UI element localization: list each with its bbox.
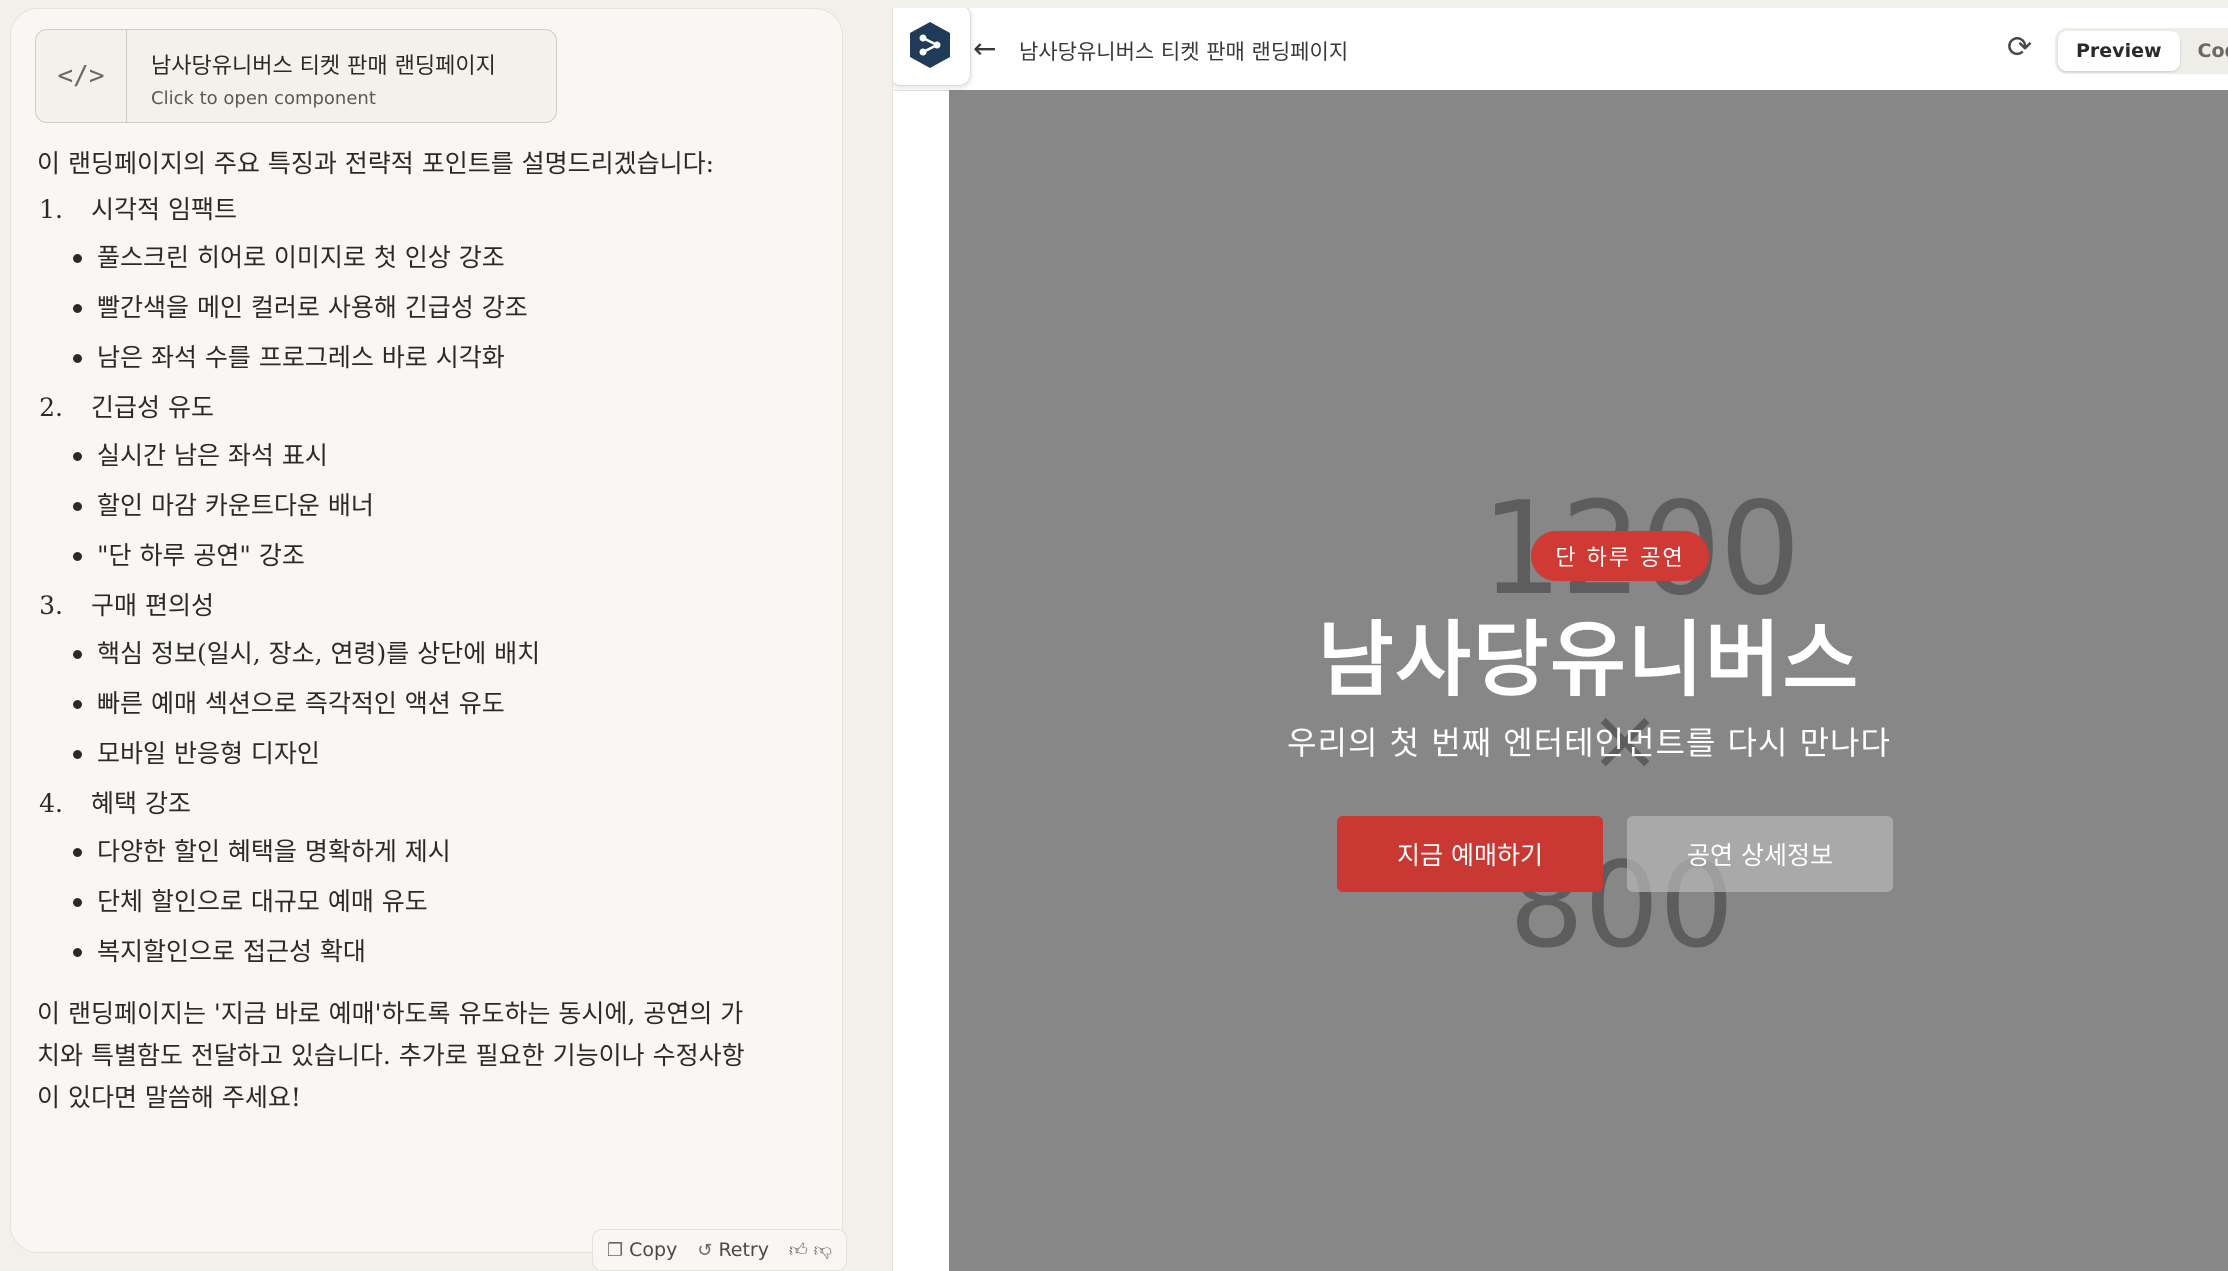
artifact-title: 남사당유니버스 티켓 판매 랜딩페이지 — [1019, 40, 1349, 64]
list-number: 4. — [39, 789, 63, 818]
retry-button[interactable]: ↺ Retry — [697, 1239, 769, 1261]
list-item: 단체 할인으로 대규모 예매 유도 — [37, 881, 757, 923]
artifact-panel: ← 남사당유니버스 티켓 판매 랜딩페이지 ⟳ Preview Code 120… — [892, 8, 2228, 1271]
artifact-card-meta: 남사당유니버스 티켓 판매 랜딩페이지 Click to open compon… — [127, 30, 496, 122]
list-number: 2. — [39, 393, 63, 422]
assistant-message: 이 랜딩페이지의 주요 특징과 전략적 포인트를 설명드리겠습니다: 1. 시각적… — [37, 143, 757, 1119]
list-heading: 긴급성 유도 — [91, 393, 214, 422]
list-item: 풀스크린 히어로 이미지로 첫 인상 강조 — [37, 237, 757, 279]
copy-icon: ❐ — [607, 1239, 624, 1261]
tab-code[interactable]: Code — [2180, 31, 2228, 71]
list-item: 2. 긴급성 유도 — [37, 387, 757, 429]
artifact-card-subtitle: Click to open component — [151, 88, 376, 109]
message-intro: 이 랜딩페이지의 주요 특징과 전략적 포인트를 설명드리겠습니다: — [37, 149, 715, 178]
chat-panel: </> 남사당유니버스 티켓 판매 랜딩페이지 Click to open co… — [10, 8, 843, 1253]
list-item: 4. 혜택 강조 — [37, 783, 757, 825]
artifact-card[interactable]: </> 남사당유니버스 티켓 판매 랜딩페이지 Click to open co… — [35, 29, 557, 123]
message-list: 1. 시각적 임팩트 풀스크린 히어로 이미지로 첫 인상 강조 빨간색을 메인 … — [37, 189, 757, 973]
show-details-button[interactable]: 공연 상세정보 — [1627, 816, 1893, 892]
hero-subtitle: 우리의 첫 번째 엔터테인먼트를 다시 만나다 — [1287, 724, 1891, 762]
message-outro: 이 랜딩페이지는 '지금 바로 예매'하도록 유도하는 동시에, 공연의 가치와… — [37, 999, 745, 1112]
list-item: 모바일 반응형 디자인 — [37, 733, 757, 775]
list-item: "단 하루 공연" 강조 — [37, 535, 757, 577]
thumbs-down-icon[interactable]: 👎︎ — [814, 1239, 832, 1261]
list-item: 실시간 남은 좌석 표시 — [37, 435, 757, 477]
book-now-button[interactable]: 지금 예매하기 — [1337, 816, 1603, 892]
list-heading: 시각적 임팩트 — [91, 195, 237, 224]
list-item: 빠른 예매 섹션으로 즉각적인 액션 유도 — [37, 683, 757, 725]
list-item: 다양한 할인 혜택을 명확하게 제시 — [37, 831, 757, 873]
preview-canvas: 1200 × 800 단 하루 공연 남사당유니버스 우리의 첫 번째 엔터테인… — [949, 90, 2228, 1271]
thumbs-up-icon[interactable]: 👍︎ — [789, 1239, 808, 1261]
artifact-header: ← 남사당유니버스 티켓 판매 랜딩페이지 ⟳ Preview Code — [893, 8, 2228, 91]
tab-preview[interactable]: Preview — [2058, 31, 2180, 71]
copy-label: Copy — [629, 1239, 678, 1261]
hero-badge: 단 하루 공연 — [1531, 531, 1709, 581]
hexagon-share-icon — [910, 22, 950, 68]
message-actions: ❐ Copy ↺ Retry 👍︎ 👎︎ — [592, 1229, 848, 1271]
hero-title: 남사당유니버스 — [1317, 613, 1861, 708]
list-item: 할인 마감 카운트다운 배너 — [37, 485, 757, 527]
list-item: 1. 시각적 임팩트 — [37, 189, 757, 231]
view-toggle: Preview Code — [2055, 28, 2228, 74]
list-number: 1. — [39, 195, 63, 224]
list-item: 빨간색을 메인 컬러로 사용해 긴급성 강조 — [37, 287, 757, 329]
code-icon: </> — [36, 30, 127, 122]
list-heading: 혜택 강조 — [91, 789, 191, 818]
list-item: 3. 구매 편의성 — [37, 585, 757, 627]
back-arrow-icon[interactable]: ← — [973, 32, 996, 65]
artifact-card-title: 남사당유니버스 티켓 판매 랜딩페이지 — [151, 54, 496, 79]
retry-label: Retry — [718, 1239, 769, 1261]
refresh-icon[interactable]: ⟳ — [2007, 30, 2032, 65]
list-heading: 구매 편의성 — [91, 591, 214, 620]
list-number: 3. — [39, 591, 63, 620]
list-item: 남은 좌석 수를 프로그레스 바로 시각화 — [37, 337, 757, 379]
list-item: 복지할인으로 접근성 확대 — [37, 931, 757, 973]
retry-icon: ↺ — [697, 1239, 713, 1261]
app-logo-icon[interactable] — [893, 8, 971, 86]
list-item: 핵심 정보(일시, 장소, 연령)를 상단에 배치 — [37, 633, 757, 675]
copy-button[interactable]: ❐ Copy — [607, 1239, 677, 1261]
